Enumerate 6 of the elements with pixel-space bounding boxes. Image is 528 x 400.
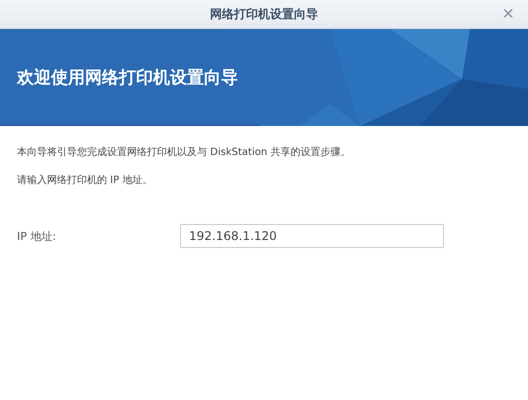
banner-heading: 欢迎使用网络打印机设置向导 [17,67,238,89]
instruction-text: 本向导将引导您完成设置网络打印机以及与 DiskStation 共享的设置步骤。 [17,146,352,160]
ip-address-field[interactable]: 192.168.1.120 [180,224,444,248]
field-label: IP 地址: [17,228,58,244]
window-title: 网络打印机设置向导 [210,6,318,22]
instruction-text: 请输入网络打印机的 IP 地址。 [17,174,154,188]
